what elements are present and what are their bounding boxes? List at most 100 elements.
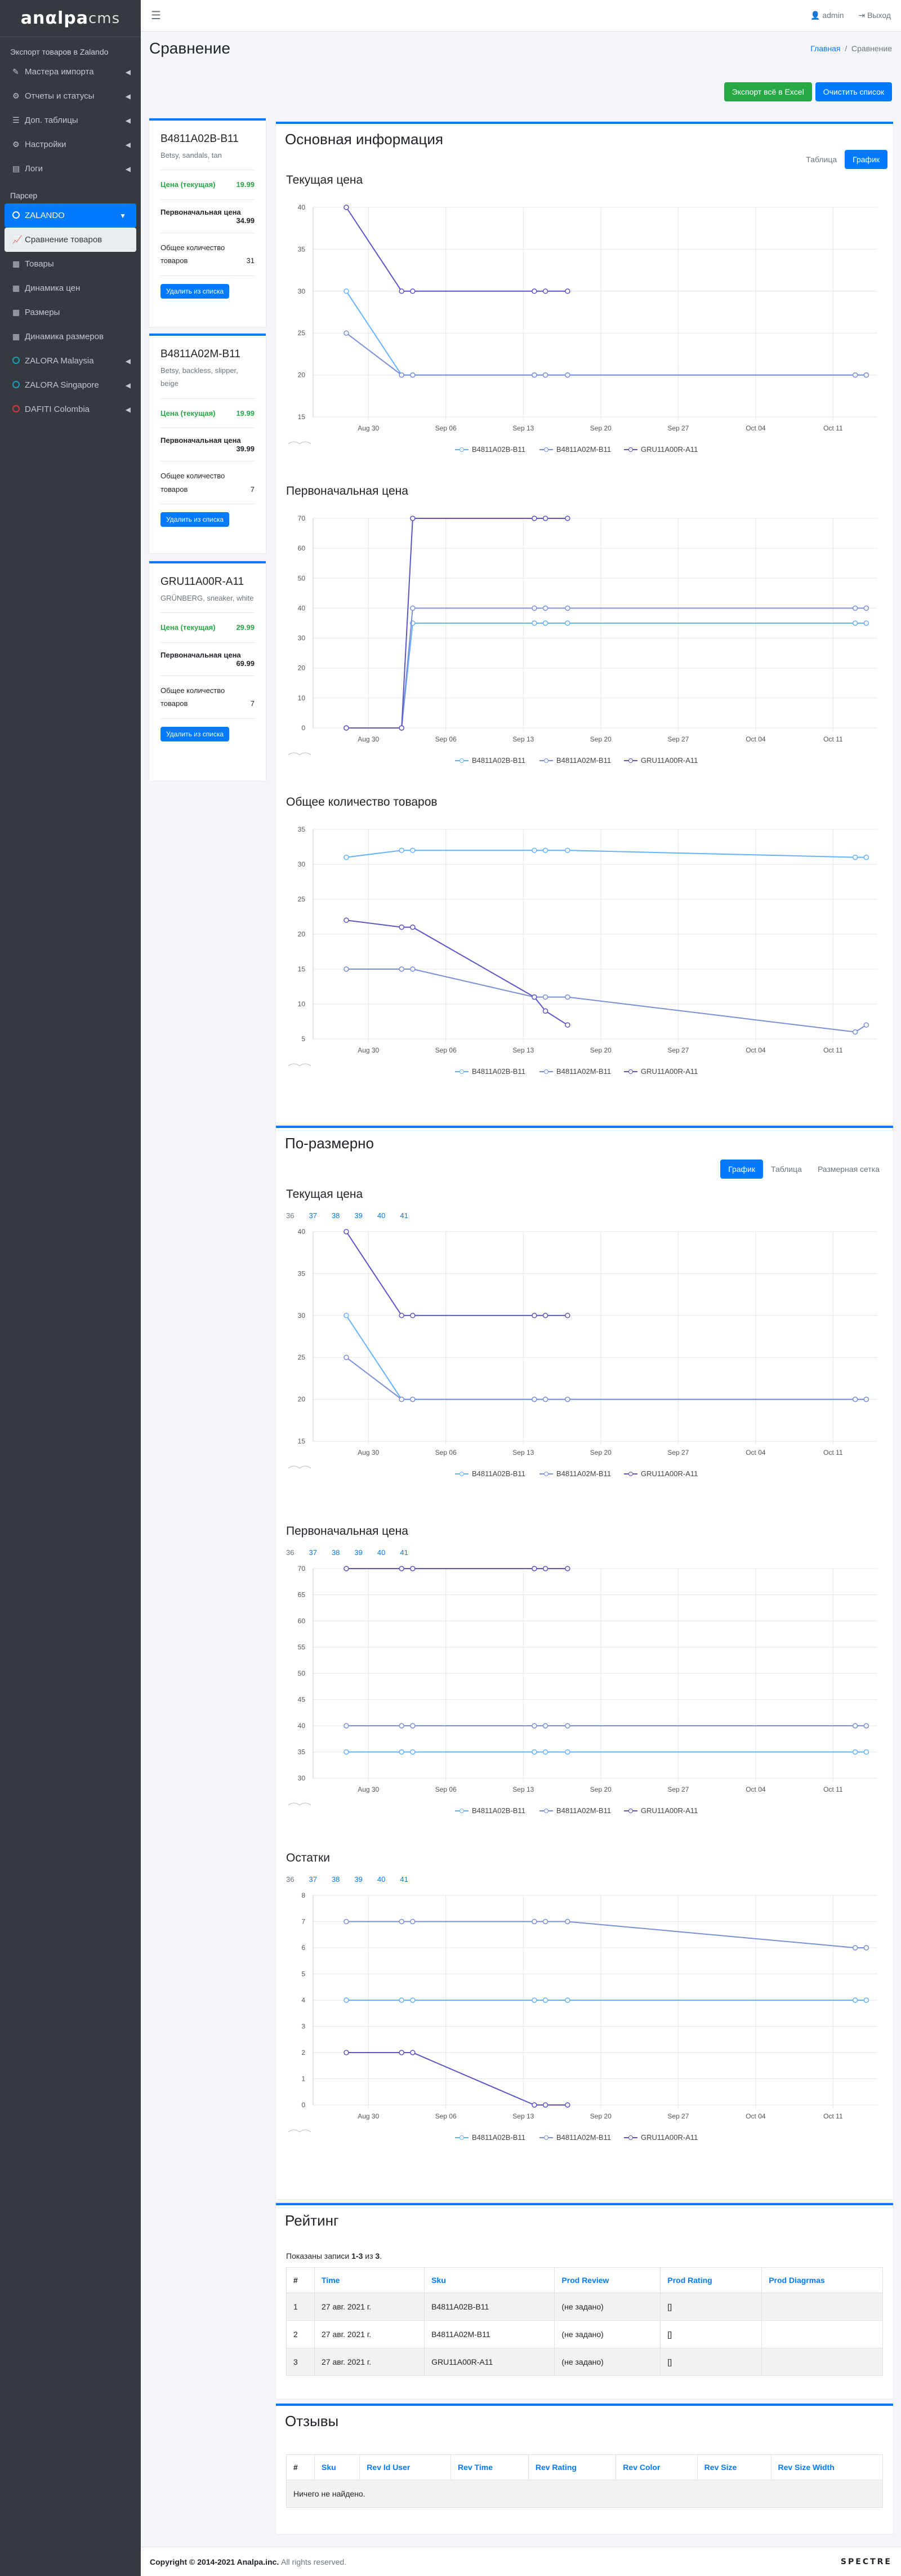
menu-toggle-icon[interactable]: ☰: [151, 8, 161, 23]
data-point[interactable]: [399, 847, 404, 853]
data-point[interactable]: [863, 1723, 869, 1729]
size-option[interactable]: 37: [309, 1548, 316, 1557]
column-header[interactable]: #: [286, 2267, 315, 2293]
data-point[interactable]: [852, 605, 858, 611]
size-option[interactable]: 39: [354, 1875, 362, 1884]
data-point[interactable]: [565, 288, 570, 294]
data-point[interactable]: [410, 288, 416, 294]
data-point[interactable]: [565, 994, 570, 1000]
legend-label[interactable]: GRU11A00R-A11: [641, 445, 698, 454]
data-point[interactable]: [565, 2102, 570, 2108]
data-point[interactable]: [542, 605, 548, 611]
data-point[interactable]: [344, 725, 349, 731]
data-point[interactable]: [565, 847, 570, 853]
data-point[interactable]: [852, 372, 858, 378]
legend-label[interactable]: B4811A02M-B11: [556, 1067, 611, 1076]
sidebar-item-2[interactable]: ☰ Доп. таблицы ◀: [0, 108, 141, 132]
tab-table[interactable]: Таблица: [798, 150, 845, 169]
parser-item-2[interactable]: ▦ Товары: [0, 252, 141, 276]
zoom-handle-icon[interactable]: [288, 1465, 311, 1469]
column-header[interactable]: Rev Size: [697, 2454, 771, 2480]
data-point[interactable]: [410, 372, 416, 378]
size-option[interactable]: 41: [400, 1211, 408, 1220]
column-header[interactable]: Rev Color: [615, 2454, 698, 2480]
sidebar-item-4[interactable]: ▤ Логи ◀: [0, 157, 141, 181]
size-option[interactable]: 41: [400, 1875, 408, 1884]
size-option[interactable]: 38: [332, 1875, 340, 1884]
data-point[interactable]: [344, 1997, 349, 2003]
data-point[interactable]: [542, 1008, 548, 1014]
data-point[interactable]: [399, 924, 404, 930]
size-option[interactable]: 40: [377, 1875, 385, 1884]
legend-label[interactable]: B4811A02M-B11: [556, 445, 611, 454]
remove-from-list-button[interactable]: Удалить из списка: [160, 283, 230, 299]
sidebar-item-1[interactable]: ⚙ Отчеты и статусы ◀: [0, 84, 141, 108]
size-option[interactable]: 36: [286, 1211, 294, 1220]
data-point[interactable]: [410, 2050, 416, 2055]
data-point[interactable]: [344, 205, 349, 210]
legend-label[interactable]: GRU11A00R-A11: [641, 756, 698, 765]
data-point[interactable]: [565, 605, 570, 611]
remove-from-list-button[interactable]: Удалить из списка: [160, 512, 230, 527]
legend-label[interactable]: B4811A02M-B11: [556, 756, 611, 765]
data-point[interactable]: [344, 1566, 349, 1571]
data-point[interactable]: [399, 1396, 404, 1402]
data-point[interactable]: [410, 1313, 416, 1318]
data-point[interactable]: [410, 1723, 416, 1729]
breadcrumb-home[interactable]: Главная: [810, 44, 840, 53]
parser-item-0[interactable]: ZALANDO ▼: [5, 203, 136, 228]
data-point[interactable]: [852, 1945, 858, 1951]
legend-label[interactable]: B4811A02B-B11: [472, 756, 525, 765]
data-point[interactable]: [399, 725, 404, 731]
data-point[interactable]: [344, 1354, 349, 1360]
size-option[interactable]: 38: [332, 1211, 340, 1220]
remove-from-list-button[interactable]: Удалить из списка: [160, 726, 230, 741]
data-point[interactable]: [852, 1997, 858, 2003]
data-point[interactable]: [565, 620, 570, 626]
legend-label[interactable]: GRU11A00R-A11: [641, 2133, 698, 2142]
data-point[interactable]: [542, 994, 548, 1000]
data-point[interactable]: [399, 288, 404, 294]
legend-label[interactable]: B4811A02B-B11: [472, 1469, 525, 1478]
data-point[interactable]: [399, 2050, 404, 2055]
zoom-handle-icon[interactable]: [288, 1063, 311, 1067]
column-header[interactable]: Rev Size Width: [770, 2454, 884, 2480]
data-point[interactable]: [532, 1566, 537, 1571]
data-point[interactable]: [565, 372, 570, 378]
column-header[interactable]: Sku: [424, 2267, 555, 2293]
size-option[interactable]: 40: [377, 1211, 385, 1220]
data-point[interactable]: [344, 1749, 349, 1755]
data-point[interactable]: [410, 847, 416, 853]
size-option[interactable]: 36: [286, 1548, 294, 1557]
data-point[interactable]: [399, 1313, 404, 1318]
clear-list-button[interactable]: Очистить список: [815, 82, 892, 101]
column-header[interactable]: Sku: [314, 2454, 360, 2480]
data-point[interactable]: [852, 1723, 858, 1729]
data-point[interactable]: [532, 605, 537, 611]
column-header[interactable]: Time: [314, 2267, 425, 2293]
data-point[interactable]: [410, 1749, 416, 1755]
tab-chart[interactable]: График: [845, 150, 887, 169]
data-point[interactable]: [542, 1566, 548, 1571]
logout-link[interactable]: ⇥ Выход: [858, 11, 891, 20]
data-point[interactable]: [542, 1997, 548, 2003]
data-point[interactable]: [863, 1945, 869, 1951]
data-point[interactable]: [344, 330, 349, 336]
zoom-handle-icon[interactable]: [288, 2129, 311, 2133]
column-header[interactable]: Prod Diagrmas: [761, 2267, 883, 2293]
data-point[interactable]: [542, 1396, 548, 1402]
data-point[interactable]: [344, 917, 349, 923]
size-option[interactable]: 36: [286, 1875, 294, 1884]
data-point[interactable]: [565, 1997, 570, 2003]
data-point[interactable]: [410, 605, 416, 611]
data-point[interactable]: [532, 372, 537, 378]
data-point[interactable]: [532, 2102, 537, 2108]
parser-item-7[interactable]: ZALORA Singapore ◀: [0, 373, 141, 397]
data-point[interactable]: [410, 1396, 416, 1402]
legend-label[interactable]: B4811A02B-B11: [472, 445, 525, 454]
data-point[interactable]: [410, 924, 416, 930]
parser-item-3[interactable]: ▦ Динамика цен: [0, 276, 141, 300]
size-tab-grid[interactable]: Размерная сетка: [810, 1160, 887, 1179]
data-point[interactable]: [863, 620, 869, 626]
data-point[interactable]: [863, 1997, 869, 2003]
